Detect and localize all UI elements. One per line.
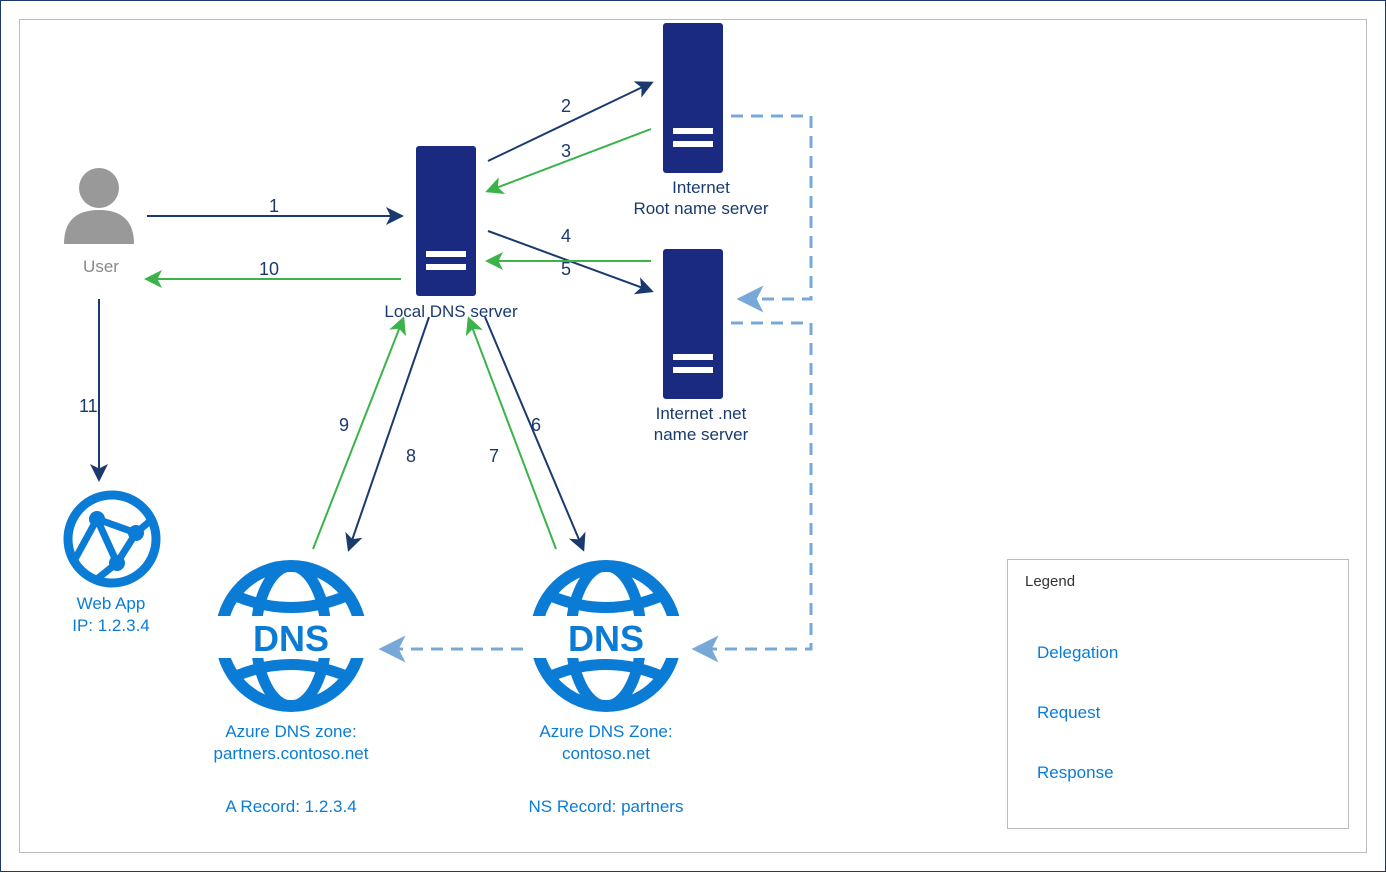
webapp-ip-label: IP: 1.2.3.4	[41, 615, 181, 636]
zone2-title: Azure DNS Zone:	[491, 721, 721, 742]
zone2-sub: contoso.net	[491, 743, 721, 764]
step-7: 7	[489, 446, 499, 467]
local-dns-server-icon	[416, 146, 476, 296]
webapp-label: Web App	[41, 593, 181, 614]
step-5: 5	[561, 259, 571, 280]
root-server-label: Internet Root name server	[611, 177, 791, 220]
step-2: 2	[561, 96, 571, 117]
step-8: 8	[406, 446, 416, 467]
diagram-frame: DNS	[0, 0, 1386, 872]
step-3: 3	[561, 141, 571, 162]
root-server-icon	[663, 23, 723, 173]
legend-delegation: Delegation	[1037, 643, 1118, 663]
zone1-sub: partners.contoso.net	[176, 743, 406, 764]
step-6: 6	[531, 415, 541, 436]
user-label: User	[66, 256, 136, 277]
step-11: 11	[79, 396, 98, 417]
local-dns-label: Local DNS server	[371, 301, 531, 322]
legend-response: Response	[1037, 763, 1114, 783]
step-4: 4	[561, 226, 571, 247]
legend-box	[1007, 559, 1349, 829]
zone1-rec: A Record: 1.2.3.4	[176, 796, 406, 817]
zone2-rec: NS Record: partners	[491, 796, 721, 817]
net-server-icon	[663, 249, 723, 399]
legend-title: Legend	[1025, 573, 1075, 590]
step-1: 1	[269, 196, 279, 217]
zone1-title: Azure DNS zone:	[176, 721, 406, 742]
step-9: 9	[339, 415, 349, 436]
dns-zone-partners-icon	[208, 566, 374, 706]
legend-request: Request	[1037, 703, 1100, 723]
dns-zone-contoso-icon	[523, 566, 689, 706]
webapp-icon	[68, 495, 156, 583]
user-icon	[64, 168, 134, 244]
step-10: 10	[259, 259, 279, 280]
net-server-label: Internet .net name server	[611, 403, 791, 446]
